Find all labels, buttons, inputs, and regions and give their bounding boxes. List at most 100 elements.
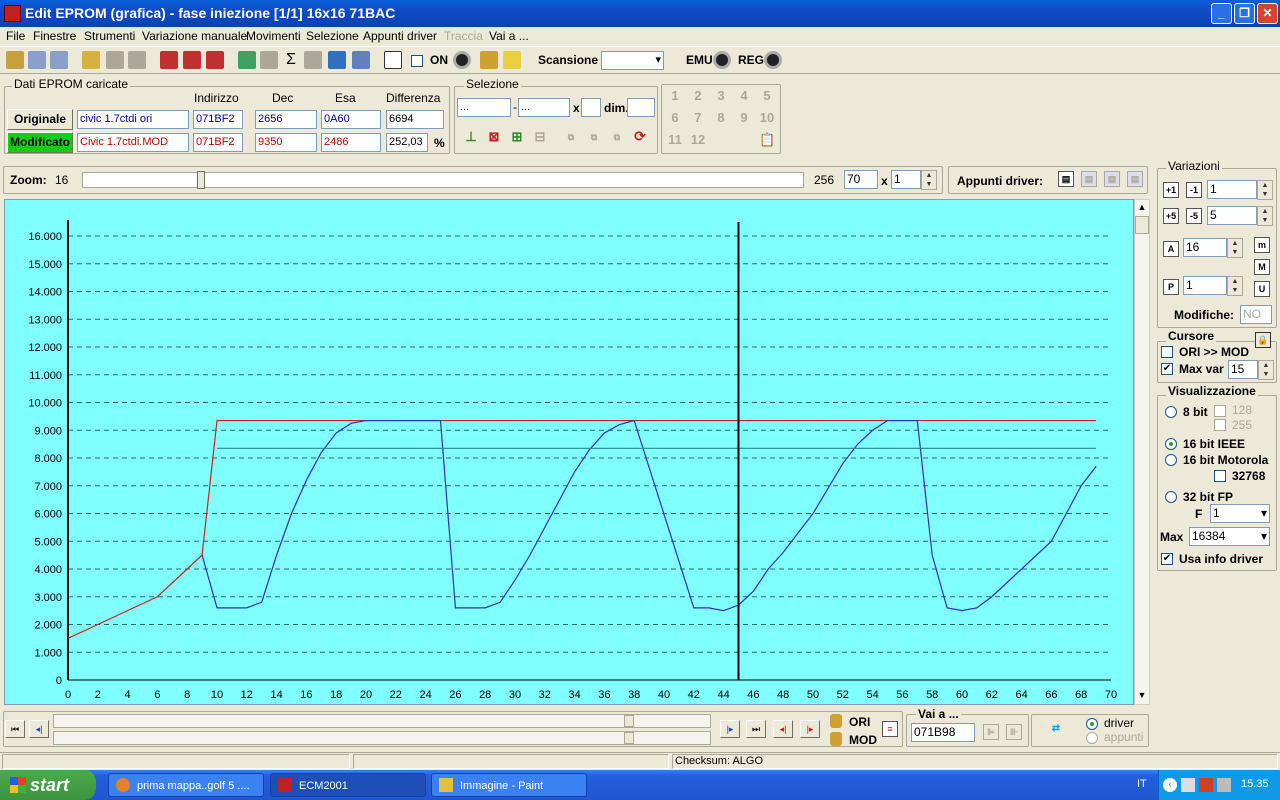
task-ecm2001[interactable]: ECM2001 bbox=[270, 773, 426, 797]
swap-arrows-icon[interactable]: ⇄ bbox=[1036, 722, 1076, 738]
usa-info-checkbox[interactable]: ✔ bbox=[1161, 553, 1173, 565]
menu-vai-a[interactable]: Vai a ... bbox=[489, 29, 529, 43]
var1-spinner[interactable]: ▲ ▼ bbox=[1257, 180, 1273, 200]
on-checkbox[interactable] bbox=[411, 55, 423, 67]
var1-field[interactable]: 1 bbox=[1207, 180, 1257, 199]
zoom-slider-thumb[interactable] bbox=[196, 171, 205, 189]
zoom-value[interactable]: 70 bbox=[844, 170, 878, 189]
m-big-icon[interactable]: M bbox=[1254, 259, 1270, 275]
menu-finestre[interactable]: Finestre bbox=[33, 29, 76, 43]
language-indicator[interactable]: IT bbox=[1137, 778, 1147, 790]
windows-icon[interactable] bbox=[28, 51, 46, 69]
menu-selezione[interactable]: Selezione bbox=[306, 29, 359, 43]
radio-8bit[interactable] bbox=[1165, 406, 1177, 418]
var4-spinner[interactable]: ▲ ▼ bbox=[1227, 276, 1243, 296]
graph-icon[interactable] bbox=[352, 51, 370, 69]
menu-file[interactable]: File bbox=[6, 29, 25, 43]
max-var-spinner[interactable]: ▲ ▼ bbox=[1258, 360, 1274, 380]
menu-variazione-manuale[interactable]: Variazione manuale bbox=[142, 29, 247, 43]
selection-dim-field[interactable] bbox=[627, 98, 655, 117]
u-icon[interactable]: U bbox=[1254, 281, 1270, 297]
hscroll-bottom[interactable] bbox=[53, 731, 711, 745]
last-button[interactable]: ⏭ bbox=[746, 720, 766, 738]
lock-icon[interactable] bbox=[480, 51, 498, 69]
menu-movimenti[interactable]: Movimenti bbox=[246, 29, 301, 43]
m-small-icon[interactable]: m bbox=[1254, 237, 1270, 253]
zero-icon[interactable] bbox=[206, 51, 224, 69]
flag-icon[interactable]: ≡ bbox=[882, 721, 898, 737]
prev-button[interactable]: ◂| bbox=[29, 720, 49, 738]
compare-icon[interactable] bbox=[183, 51, 201, 69]
chart-panel[interactable]: 0 1.000 2.000 3.000 4.000 5.000 6.000 7.000 8.00… bbox=[4, 199, 1134, 705]
chart-vscrollbar[interactable]: ▲ ▼ bbox=[1134, 199, 1150, 705]
zoom-mult[interactable]: 1 bbox=[891, 170, 921, 189]
maximize-button[interactable]: ❐ bbox=[1234, 3, 1255, 24]
close-button[interactable]: ✕ bbox=[1257, 3, 1278, 24]
var3-spinner[interactable]: ▲ ▼ bbox=[1227, 238, 1243, 258]
checkbox-32768[interactable] bbox=[1214, 470, 1226, 482]
reset-icon[interactable]: ⟳ bbox=[632, 129, 648, 145]
menu-appunti-driver[interactable]: Appunti driver bbox=[363, 29, 437, 43]
next-button[interactable]: |▸ bbox=[720, 720, 740, 738]
plus-var2-icon[interactable]: +5 bbox=[1163, 208, 1179, 224]
security-icon[interactable] bbox=[1199, 778, 1213, 792]
f-select[interactable]: 1 ▾ bbox=[1210, 504, 1270, 523]
var2-spinner[interactable]: ▲ ▼ bbox=[1257, 206, 1273, 226]
home-icon[interactable] bbox=[6, 51, 24, 69]
ori-label[interactable]: ORI bbox=[849, 715, 870, 729]
hscroll-bottom-thumb[interactable] bbox=[624, 732, 634, 744]
appunti-copy-icon[interactable]: ▤ bbox=[1058, 171, 1074, 187]
selection-x-field[interactable] bbox=[581, 98, 601, 117]
menu-strumenti[interactable]: Strumenti bbox=[84, 29, 135, 43]
percent-var-icon[interactable]: P bbox=[1163, 279, 1179, 295]
radio-driver[interactable] bbox=[1086, 718, 1098, 730]
scroll-down-arrow[interactable]: ▼ bbox=[1136, 690, 1148, 702]
plus-var1-icon[interactable]: +1 bbox=[1163, 182, 1179, 198]
ori-mod-checkbox[interactable] bbox=[1161, 346, 1173, 358]
tray-expand-icon[interactable]: ‹ bbox=[1163, 778, 1177, 792]
vai-field[interactable]: 071B98 bbox=[911, 723, 975, 742]
clipboard-icon[interactable]: 📋 bbox=[759, 133, 775, 149]
mod-label[interactable]: MOD bbox=[849, 733, 877, 747]
radio-16bit-ieee[interactable] bbox=[1165, 438, 1177, 450]
select-start-icon[interactable]: ⊥ bbox=[463, 130, 479, 146]
eprom-chart[interactable]: 0 1.000 2.000 3.000 4.000 5.000 6.000 7.000 8.00… bbox=[5, 200, 1135, 706]
ori-lock-icon[interactable] bbox=[830, 714, 842, 728]
radio-16bit-motorola[interactable] bbox=[1165, 454, 1177, 466]
minus-var1-icon[interactable]: -1 bbox=[1186, 182, 1202, 198]
panel-icon[interactable] bbox=[50, 51, 68, 69]
var2-field[interactable]: 5 bbox=[1207, 206, 1257, 225]
shapes-icon[interactable] bbox=[328, 51, 346, 69]
run-icon[interactable] bbox=[503, 51, 521, 69]
next-diff-button[interactable]: |▸ bbox=[800, 720, 820, 738]
scroll-up-arrow[interactable]: ▲ bbox=[1136, 202, 1148, 214]
scroll-thumb[interactable] bbox=[1135, 216, 1149, 234]
max-select[interactable]: 16384 ▾ bbox=[1189, 527, 1270, 546]
text-icon[interactable] bbox=[384, 51, 402, 69]
task-firefox[interactable]: prima mappa..golf 5 .... bbox=[108, 773, 264, 797]
minimize-button[interactable]: _ bbox=[1211, 3, 1232, 24]
multiply-icon[interactable]: A bbox=[1163, 241, 1179, 257]
mod-lock-icon[interactable] bbox=[830, 732, 842, 746]
max-var-checkbox[interactable]: ✔ bbox=[1161, 363, 1173, 375]
sigma-icon[interactable]: Σ bbox=[282, 51, 300, 69]
minus-var2-icon[interactable]: -5 bbox=[1186, 208, 1202, 224]
originale-button[interactable]: Originale bbox=[7, 109, 73, 130]
selection-to[interactable]: ... bbox=[518, 98, 570, 117]
task-paint[interactable]: Immagine - Paint bbox=[431, 773, 587, 797]
hscroll-top-thumb[interactable] bbox=[624, 715, 634, 727]
modificato-button[interactable]: Modificato bbox=[7, 132, 73, 153]
prev-diff-button[interactable]: ◂| bbox=[773, 720, 793, 738]
var3-field[interactable]: 16 bbox=[1183, 238, 1227, 257]
calculator-icon[interactable] bbox=[238, 51, 256, 69]
first-button[interactable]: ⏮ bbox=[5, 720, 25, 738]
open-folder-icon[interactable] bbox=[82, 51, 100, 69]
radio-32bit-fp[interactable] bbox=[1165, 491, 1177, 503]
cursor-lock-icon[interactable]: 🔒 bbox=[1255, 332, 1271, 348]
selection-from[interactable]: ... bbox=[457, 98, 511, 117]
scan-select[interactable]: ▾ bbox=[601, 51, 664, 70]
zoom-slider[interactable] bbox=[82, 171, 804, 189]
max-var-field[interactable]: 15 bbox=[1228, 360, 1258, 379]
select-end-icon[interactable]: ⊞ bbox=[509, 130, 525, 146]
tool-icon[interactable] bbox=[1217, 778, 1231, 792]
